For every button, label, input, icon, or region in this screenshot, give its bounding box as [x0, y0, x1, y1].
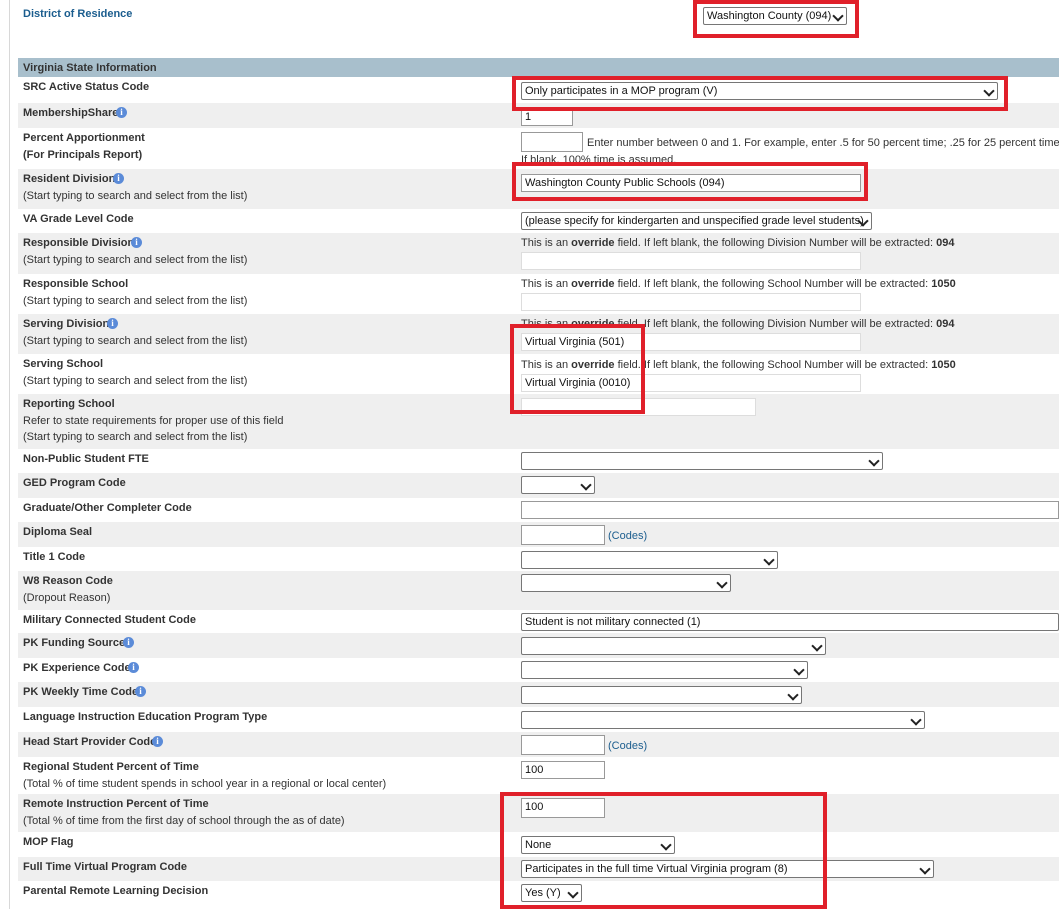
percent-apportionment-sub: (For Principals Report) — [23, 149, 143, 161]
chevron-down-icon — [919, 863, 931, 875]
pk-experience-select[interactable] — [521, 661, 808, 679]
title1-select[interactable] — [521, 551, 778, 569]
responsible-division-input[interactable] — [521, 252, 861, 270]
regional-percent-input[interactable]: 100 — [521, 761, 605, 779]
serving-school-sub: (Start typing to search and select from … — [23, 375, 248, 387]
responsible-school-label: Responsible School — [23, 278, 129, 290]
info-icon[interactable]: i — [135, 686, 146, 697]
graduate-code-input[interactable] — [521, 501, 1059, 519]
responsible-division-note: This is an override field. If left blank… — [521, 237, 955, 249]
section-header: Virginia State Information — [18, 58, 1059, 77]
section-title: Virginia State Information — [23, 62, 157, 74]
reporting-school-sub2: (Start typing to search and select from … — [23, 431, 248, 443]
chevron-down-icon — [787, 689, 799, 701]
serving-division-sub: (Start typing to search and select from … — [23, 335, 248, 347]
chevron-down-icon — [716, 577, 728, 589]
title1-label: Title 1 Code — [23, 551, 86, 563]
reporting-school-label: Reporting School — [23, 398, 115, 410]
w8-reason-label: W8 Reason Code — [23, 575, 113, 587]
highlight-box-src-active — [512, 76, 1008, 111]
chevron-down-icon — [580, 479, 592, 491]
responsible-division-label: Responsible Division — [23, 237, 135, 249]
serving-school-label: Serving School — [23, 358, 104, 370]
language-program-select[interactable] — [521, 711, 925, 729]
parental-remote-label: Parental Remote Learning Decision — [23, 885, 209, 897]
info-icon[interactable]: i — [116, 107, 127, 118]
pk-funding-label: PK Funding Source — [23, 637, 126, 649]
head-start-codes-link[interactable]: (Codes) — [608, 740, 647, 752]
regional-percent-sub: (Total % of time student spends in schoo… — [23, 778, 387, 790]
highlight-box-resident-division — [512, 162, 868, 201]
regional-percent-label: Regional Student Percent of Time — [23, 761, 199, 773]
w8-reason-sub: (Dropout Reason) — [23, 592, 111, 604]
pk-weekly-select[interactable] — [521, 686, 802, 704]
percent-apportionment-help: Enter number between 0 and 1. For exampl… — [587, 137, 1059, 149]
diploma-seal-codes-link[interactable]: (Codes) — [608, 530, 647, 542]
chevron-down-icon — [910, 714, 922, 726]
non-public-fte-label: Non-Public Student FTE — [23, 453, 149, 465]
district-of-residence-label[interactable]: District of Residence — [23, 8, 132, 20]
reporting-school-sub1: Refer to state requirements for proper u… — [23, 415, 284, 427]
head-start-label: Head Start Provider Code — [23, 736, 157, 748]
remote-percent-sub: (Total % of time from the first day of s… — [23, 815, 345, 827]
graduate-code-label: Graduate/Other Completer Code — [23, 502, 192, 514]
pk-weekly-label: PK Weekly Time Code — [23, 686, 139, 698]
ged-program-select[interactable] — [521, 476, 595, 494]
language-program-label: Language Instruction Education Program T… — [23, 711, 268, 723]
pk-experience-label: PK Experience Code — [23, 662, 131, 674]
resident-division-sub: (Start typing to search and select from … — [23, 190, 248, 202]
responsible-school-note: This is an override field. If left blank… — [521, 278, 956, 290]
chevron-down-icon — [793, 664, 805, 676]
w8-reason-select[interactable] — [521, 574, 731, 592]
ged-program-label: GED Program Code — [23, 477, 126, 489]
membership-share-label: MembershipShare — [23, 107, 119, 119]
non-public-fte-select[interactable] — [521, 452, 883, 470]
chevron-down-icon — [868, 455, 880, 467]
info-icon[interactable]: i — [131, 237, 142, 248]
highlight-box-remote-mop-ftv — [500, 792, 827, 909]
percent-apportionment-label: Percent Apportionment — [23, 132, 145, 144]
military-select[interactable]: Student is not military connected (1) — [521, 613, 1059, 631]
info-icon[interactable]: i — [123, 637, 134, 648]
diploma-seal-input[interactable] — [521, 525, 605, 545]
info-icon[interactable]: i — [152, 736, 163, 747]
va-grade-label: VA Grade Level Code — [23, 213, 134, 225]
resident-division-label: Resident Division — [23, 173, 116, 185]
responsible-school-input[interactable] — [521, 293, 861, 311]
src-active-label: SRC Active Status Code — [23, 81, 150, 93]
serving-division-label: Serving Division — [23, 318, 110, 330]
mop-flag-label: MOP Flag — [23, 836, 74, 848]
remote-percent-label: Remote Instruction Percent of Time — [23, 798, 209, 810]
head-start-input[interactable] — [521, 735, 605, 755]
highlight-box-serving — [510, 324, 645, 414]
info-icon[interactable]: i — [113, 173, 124, 184]
diploma-seal-label: Diploma Seal — [23, 526, 93, 538]
va-grade-value: (please specify for kindergarten and uns… — [525, 215, 864, 227]
info-icon[interactable]: i — [128, 662, 139, 673]
left-border — [9, 0, 10, 909]
chevron-down-icon — [763, 554, 775, 566]
percent-apportionment-input[interactable] — [521, 132, 583, 152]
ftv-program-label: Full Time Virtual Program Code — [23, 861, 188, 873]
va-grade-select[interactable]: (please specify for kindergarten and uns… — [521, 212, 872, 230]
pk-funding-select[interactable] — [521, 637, 826, 655]
chevron-down-icon — [811, 640, 823, 652]
info-icon[interactable]: i — [107, 318, 118, 329]
responsible-school-sub: (Start typing to search and select from … — [23, 295, 248, 307]
responsible-division-sub: (Start typing to search and select from … — [23, 254, 248, 266]
military-label: Military Connected Student Code — [23, 614, 196, 626]
highlight-box-district — [693, 0, 859, 38]
